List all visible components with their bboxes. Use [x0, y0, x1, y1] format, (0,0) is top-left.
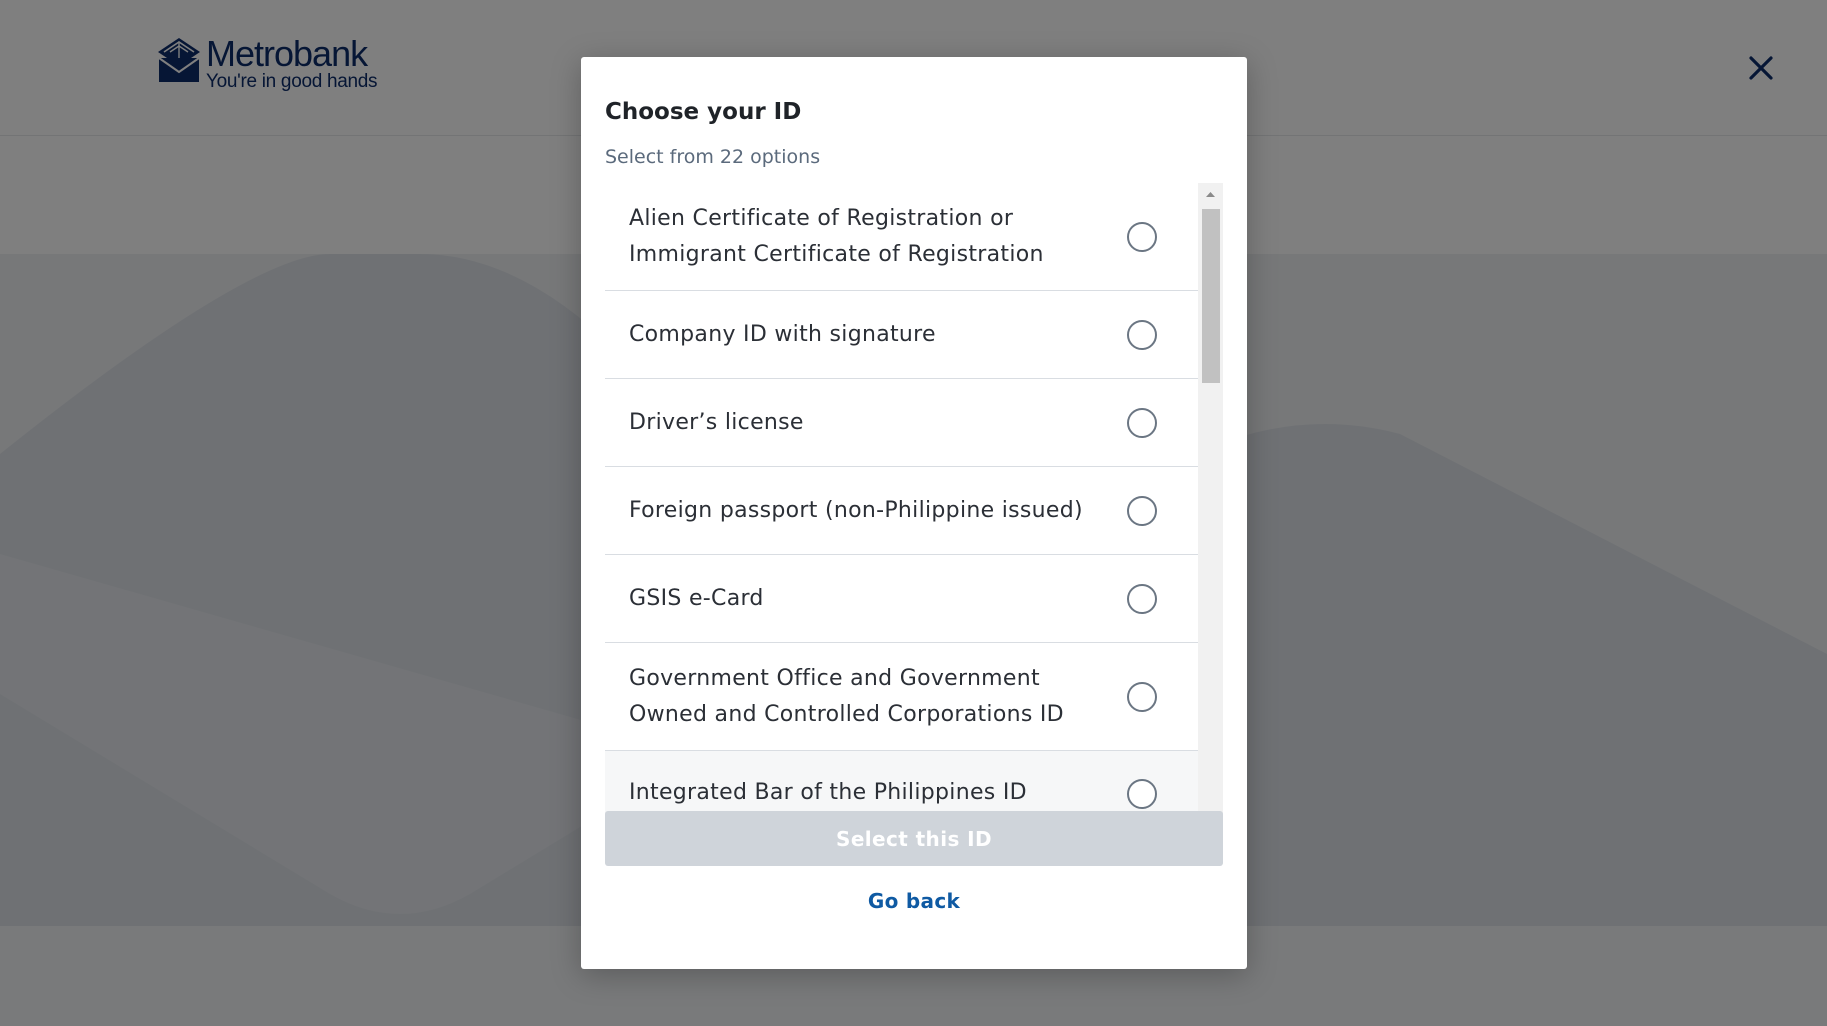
scrollbar-thumb[interactable] — [1202, 209, 1220, 383]
scroll-up-arrow-icon[interactable] — [1198, 183, 1223, 205]
radio-button[interactable] — [1127, 222, 1157, 252]
option-label: GSIS e-Card — [629, 585, 764, 611]
radio-button[interactable] — [1127, 320, 1157, 350]
select-id-button[interactable]: Select this ID — [605, 811, 1223, 866]
id-option-government-office-id[interactable]: Government Office and Government Owned a… — [605, 643, 1198, 751]
radio-button[interactable] — [1127, 682, 1157, 712]
option-label: Government Office and Government Owned a… — [629, 665, 1064, 727]
option-label: Alien Certificate of Registration or Imm… — [629, 205, 1044, 267]
radio-button[interactable] — [1127, 584, 1157, 614]
go-back-link[interactable]: Go back — [605, 889, 1223, 913]
dialog-title: Choose your ID — [605, 99, 802, 125]
option-label: Driver’s license — [629, 409, 804, 435]
id-option-gsis-ecard[interactable]: GSIS e-Card — [605, 555, 1198, 643]
radio-button[interactable] — [1127, 779, 1157, 809]
option-label: Company ID with signature — [629, 321, 936, 347]
id-option-company-id[interactable]: Company ID with signature — [605, 291, 1198, 379]
id-option-alien-certificate[interactable]: Alien Certificate of Registration or Imm… — [605, 183, 1198, 291]
option-label: Integrated Bar of the Philippines ID — [629, 780, 1027, 805]
list-scrollbar[interactable] — [1198, 183, 1223, 856]
choose-id-dialog: Choose your ID Select from 22 options Al… — [581, 57, 1247, 969]
id-options-list[interactable]: Alien Certificate of Registration or Imm… — [605, 183, 1223, 856]
page: Metrobank You're in good hands Choose yo… — [0, 0, 1827, 1026]
id-option-drivers-license[interactable]: Driver’s license — [605, 379, 1198, 467]
dialog-subtitle: Select from 22 options — [605, 146, 821, 168]
radio-button[interactable] — [1127, 496, 1157, 526]
radio-button[interactable] — [1127, 408, 1157, 438]
id-option-foreign-passport[interactable]: Foreign passport (non-Philippine issued) — [605, 467, 1198, 555]
option-label: Foreign passport (non-Philippine issued) — [629, 497, 1083, 523]
